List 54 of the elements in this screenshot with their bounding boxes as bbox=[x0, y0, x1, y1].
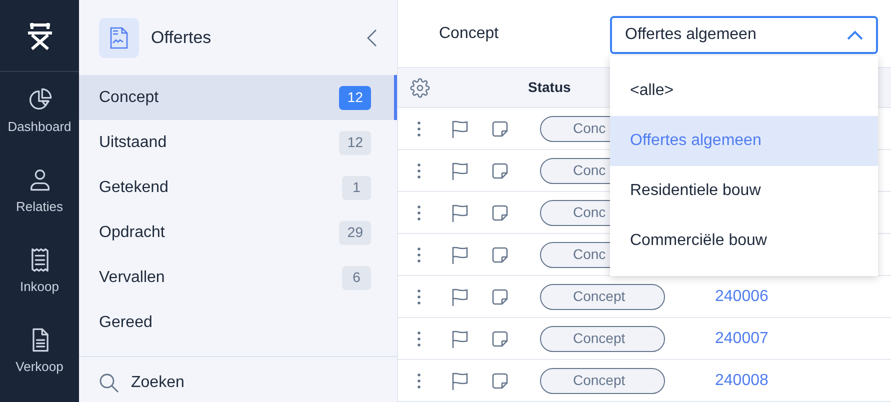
settings-icon[interactable] bbox=[410, 78, 430, 98]
sidebar-item[interactable]: Uitstaand 12 bbox=[79, 120, 397, 165]
more-icon[interactable] bbox=[417, 372, 421, 388]
status-pill: Concept bbox=[540, 368, 665, 394]
count-badge: 29 bbox=[339, 220, 371, 244]
more-icon[interactable] bbox=[417, 330, 421, 346]
more-icon[interactable] bbox=[417, 120, 421, 136]
count-badge: 6 bbox=[342, 266, 371, 290]
note-icon[interactable] bbox=[491, 204, 509, 222]
nav-item[interactable]: Verkoop bbox=[0, 312, 79, 392]
logo-icon[interactable] bbox=[26, 20, 54, 50]
flag-icon[interactable] bbox=[450, 286, 470, 306]
dropdown-option[interactable]: <alle> bbox=[610, 66, 878, 116]
more-icon[interactable] bbox=[417, 246, 421, 262]
more-icon[interactable] bbox=[417, 288, 421, 304]
document-icon bbox=[110, 26, 128, 48]
page-title: Concept bbox=[439, 24, 500, 44]
chevron-icon bbox=[847, 30, 863, 40]
sidebar-item[interactable]: Gereed bbox=[79, 300, 397, 345]
nav-item[interactable]: Relaties bbox=[0, 152, 79, 232]
more-icon[interactable] bbox=[417, 162, 421, 178]
flag-icon[interactable] bbox=[450, 160, 470, 180]
count-badge: 12 bbox=[339, 130, 371, 154]
count-badge: 12 bbox=[339, 86, 371, 110]
flag-icon[interactable] bbox=[450, 370, 470, 390]
count-badge: 1 bbox=[342, 176, 371, 200]
note-icon[interactable] bbox=[491, 162, 509, 180]
sidebar-item[interactable]: Opdracht 29 bbox=[79, 210, 397, 255]
more-icon[interactable] bbox=[417, 204, 421, 220]
search-label[interactable]: Zoeken bbox=[131, 371, 184, 395]
note-icon[interactable] bbox=[491, 372, 509, 390]
category-select[interactable]: Offertes algemeen bbox=[610, 16, 878, 54]
flag-icon[interactable] bbox=[450, 118, 470, 138]
column-header[interactable]: Status bbox=[528, 77, 571, 98]
flag-icon[interactable] bbox=[450, 202, 470, 222]
flag-icon[interactable] bbox=[450, 244, 470, 264]
status-pill: Concept bbox=[540, 326, 665, 352]
flag-icon[interactable] bbox=[450, 328, 470, 348]
note-icon[interactable] bbox=[491, 330, 509, 348]
sidebar-title: Offertes bbox=[151, 26, 212, 49]
nav-item[interactable]: Inkoop bbox=[0, 232, 79, 312]
quote-number-link[interactable]: 240007 bbox=[715, 326, 768, 350]
sidebar-item[interactable]: Vervallen 6 bbox=[79, 255, 397, 300]
quote-number-link[interactable]: 240008 bbox=[715, 368, 768, 392]
note-icon[interactable] bbox=[491, 120, 509, 138]
quote-number-link[interactable]: 240006 bbox=[715, 284, 768, 308]
status-pill: Concept bbox=[540, 284, 665, 310]
search-icon bbox=[99, 373, 119, 393]
sidebar-item[interactable]: Concept 12 bbox=[79, 75, 397, 120]
collapse-icon[interactable] bbox=[367, 28, 377, 46]
note-icon[interactable] bbox=[491, 288, 509, 306]
sidebar-item[interactable]: Getekend 1 bbox=[79, 165, 397, 210]
note-icon[interactable] bbox=[491, 246, 509, 264]
nav-item[interactable]: Dashboard bbox=[0, 72, 79, 152]
